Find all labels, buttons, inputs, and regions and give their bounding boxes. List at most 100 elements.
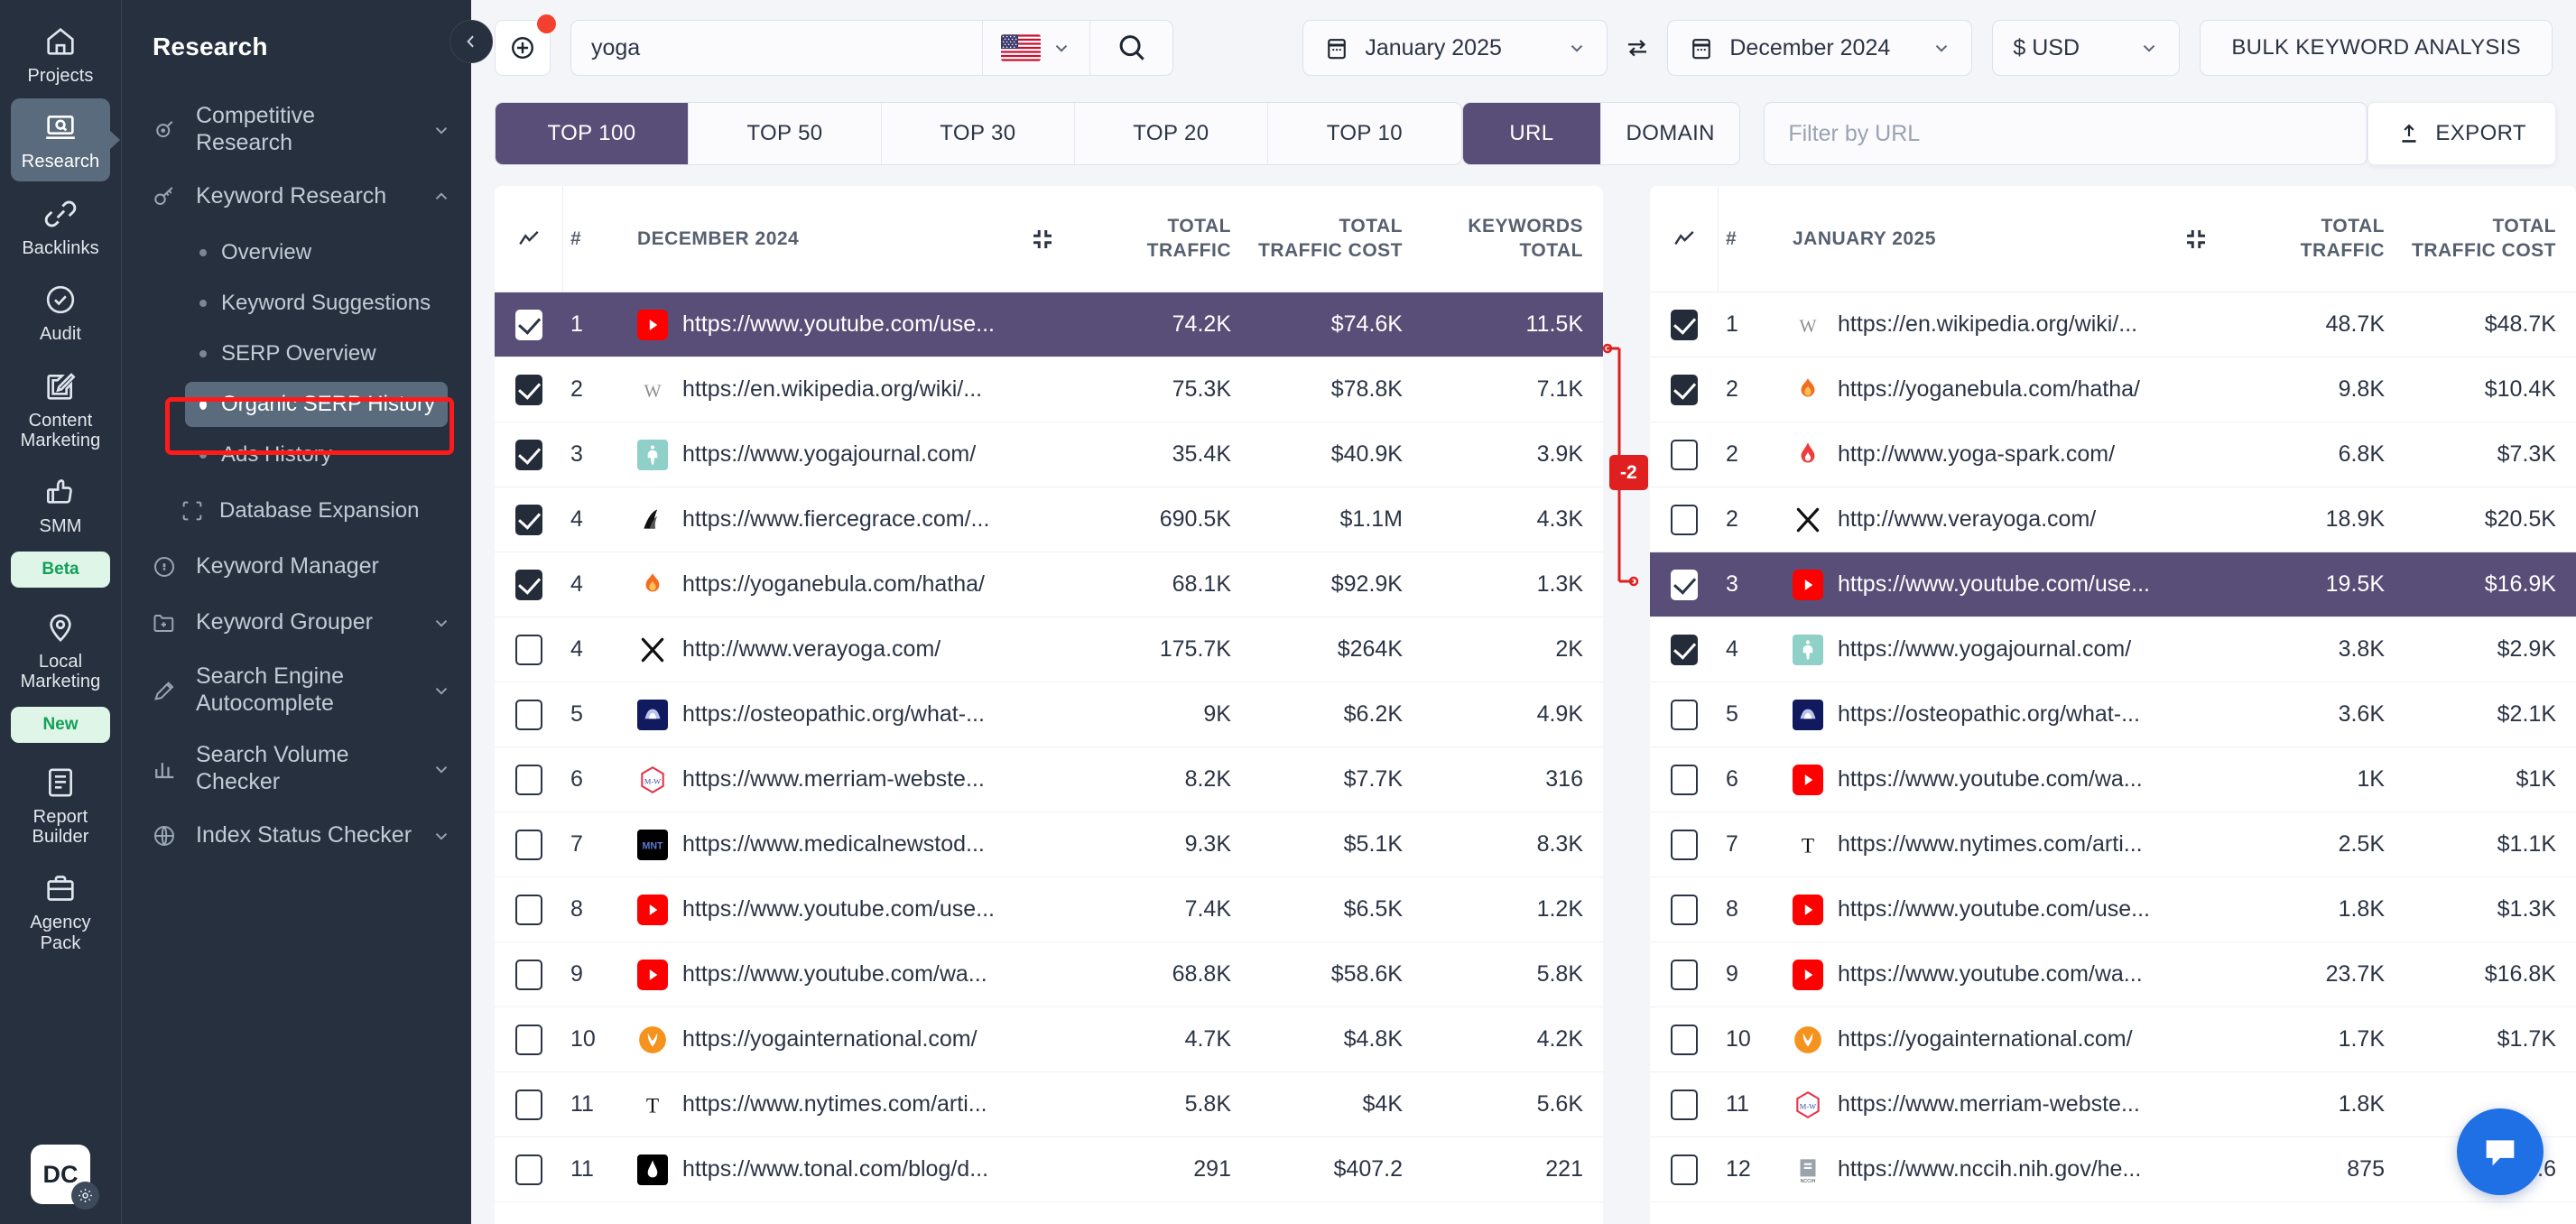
url-cell[interactable]: https://www.fiercegrace.com/... — [617, 487, 1080, 552]
table-row[interactable]: 7 Thttps://www.nytimes.com/arti... 2.5K $1.… — [1650, 812, 2576, 877]
rail-item-backlinks[interactable]: Backlinks — [11, 185, 110, 267]
table-row[interactable]: 5 https://osteopathic.org/what-... 9K $6.2K… — [495, 682, 1603, 747]
row-checkbox[interactable] — [1671, 374, 1698, 405]
url-cell[interactable]: Thttps://www.nytimes.com/arti... — [1773, 812, 2233, 876]
sidebar-item-organic-serp-history[interactable]: Organic SERP History — [185, 382, 448, 427]
date-to-select[interactable]: December 2024 — [1667, 20, 1973, 76]
column-header-total-traffic-cost[interactable]: TOTAL TRAFFIC COST — [1251, 186, 1422, 292]
url-cell[interactable]: https://www.youtube.com/use... — [617, 877, 1080, 941]
row-checkbox[interactable] — [1671, 634, 1698, 665]
tab-top-30[interactable]: TOP 30 — [882, 103, 1075, 164]
column-header-url[interactable]: DECEMBER 2024 — [617, 186, 1080, 292]
row-checkbox[interactable] — [1671, 894, 1698, 925]
date-from-select[interactable]: January 2025 — [1302, 20, 1608, 76]
column-header-rank[interactable]: # — [1719, 186, 1773, 292]
url-cell[interactable]: https://www.youtube.com/wa... — [1773, 942, 2233, 1006]
row-checkbox[interactable] — [1671, 959, 1698, 990]
row-checkbox[interactable] — [515, 764, 542, 795]
row-checkbox[interactable] — [1671, 1154, 1698, 1185]
url-cell[interactable]: https://yoganebula.com/hatha/ — [1773, 357, 2233, 422]
search-input[interactable] — [571, 21, 982, 75]
column-header-keywords-total[interactable]: KEYWORDS TOTAL — [1422, 186, 1603, 292]
country-selector[interactable] — [982, 21, 1089, 75]
column-header-url[interactable]: JANUARY 2025 — [1773, 186, 2233, 292]
sidebar-item-overview[interactable]: Overview — [185, 230, 448, 275]
export-button[interactable]: EXPORT — [2368, 102, 2556, 165]
table-row[interactable]: 4 http://www.verayoga.com/175.7K $264K 2K — [495, 617, 1603, 682]
url-cell[interactable]: http://www.verayoga.com/ — [617, 617, 1080, 682]
add-keyword-button[interactable] — [495, 14, 556, 76]
url-cell[interactable]: https://www.yogajournal.com/ — [1773, 617, 2233, 682]
rail-item-agency-pack[interactable]: Agency Pack — [11, 859, 110, 962]
table-row[interactable]: 10 https://yogainternational.com/4.7K $4.8… — [495, 1007, 1603, 1072]
url-cell[interactable]: https://www.youtube.com/use... — [1773, 877, 2233, 941]
nav-group-search-engine-autocomplete[interactable]: Search Engine Autocomplete — [122, 651, 471, 729]
url-cell[interactable]: M-W https://www.merriam-webste... — [1773, 1072, 2233, 1136]
url-cell[interactable]: Thttps://www.nytimes.com/arti... — [617, 1072, 1080, 1136]
table-row[interactable]: 11 M-W https://www.merriam-webste... 1.8K — [1650, 1072, 2576, 1137]
nav-group-competitive-research[interactable]: Competitive Research — [122, 90, 471, 169]
currency-select[interactable]: $ USD — [1992, 20, 2181, 76]
row-checkbox[interactable] — [515, 699, 542, 730]
row-checkbox[interactable] — [515, 1024, 542, 1055]
row-checkbox[interactable] — [515, 1089, 542, 1120]
row-checkbox[interactable] — [1671, 439, 1698, 470]
nav-group-keyword-research[interactable]: Keyword Research — [122, 169, 471, 225]
nav-group-search-volume-checker[interactable]: Search Volume Checker — [122, 729, 471, 808]
table-row[interactable]: 3 https://www.youtube.com/use... 19.5K $16.… — [1650, 552, 2576, 617]
table-row[interactable]: 8 https://www.youtube.com/use... 1.8K $1.3K — [1650, 877, 2576, 942]
tab-url[interactable]: URL — [1462, 103, 1602, 164]
table-row[interactable]: 2 http://www.verayoga.com/18.9K $20.5K — [1650, 487, 2576, 552]
rail-item-report-builder[interactable]: Report Builder — [11, 754, 110, 857]
rail-item-audit[interactable]: Audit — [11, 271, 110, 353]
url-cell[interactable]: https://yogainternational.com/ — [617, 1007, 1080, 1071]
table-row[interactable]: 10 https://yogainternational.com/1.7K $1.7… — [1650, 1007, 2576, 1072]
table-row[interactable]: 1 Whttps://en.wikipedia.org/wiki/... 48.7K… — [1650, 292, 2576, 357]
row-checkbox[interactable] — [1671, 1089, 1698, 1120]
url-cell[interactable]: NCCIH https://www.nccih.nih.gov/he... — [1773, 1137, 2233, 1201]
table-row[interactable]: 9 https://www.youtube.com/wa... 68.8K $58.6… — [495, 942, 1603, 1007]
table-row[interactable]: 9 https://www.youtube.com/wa... 23.7K $16.8… — [1650, 942, 2576, 1007]
table-row[interactable]: 6 M-W https://www.merriam-webste... 8.2K $7.… — [495, 747, 1603, 812]
table-row[interactable]: 5 https://osteopathic.org/what-... 3.6K $2.… — [1650, 682, 2576, 747]
row-checkbox[interactable] — [515, 374, 542, 405]
row-checkbox[interactable] — [1671, 829, 1698, 860]
nav-group-keyword-manager[interactable]: Keyword Manager — [122, 539, 471, 595]
row-checkbox[interactable] — [515, 894, 542, 925]
url-cell[interactable]: https://www.youtube.com/wa... — [1773, 747, 2233, 811]
table-row[interactable]: 8 https://www.youtube.com/use... 7.4K $6.5K… — [495, 877, 1603, 942]
row-checkbox[interactable] — [1671, 569, 1698, 600]
table-row[interactable]: 2 http://www.yoga-spark.com/6.8K $7.3K — [1650, 422, 2576, 487]
url-cell[interactable]: https://www.youtube.com/wa... — [617, 942, 1080, 1006]
url-cell[interactable]: https://www.youtube.com/use... — [1773, 552, 2233, 617]
tab-domain[interactable]: DOMAIN — [1601, 103, 1739, 164]
row-checkbox[interactable] — [515, 569, 542, 600]
tab-top-20[interactable]: TOP 20 — [1075, 103, 1268, 164]
row-checkbox[interactable] — [515, 959, 542, 990]
rail-item-projects[interactable]: Projects — [11, 13, 110, 95]
table-row[interactable]: 1 https://www.youtube.com/use... 74.2K $74.… — [495, 292, 1603, 357]
gear-icon[interactable] — [71, 1182, 99, 1210]
rail-item-content-marketing[interactable]: Content Marketing — [11, 357, 110, 460]
row-checkbox[interactable] — [1671, 309, 1698, 340]
column-header-rank[interactable]: # — [563, 186, 617, 292]
table-row[interactable]: 12 NCCIH https://www.nccih.nih.gov/he... 87… — [1650, 1137, 2576, 1202]
bulk-keyword-analysis-button[interactable]: BULK KEYWORD ANALYSIS — [2200, 20, 2553, 76]
url-cell[interactable]: MNT https://www.medicalnewstod... — [617, 812, 1080, 876]
table-row[interactable]: 4 https://yoganebula.com/hatha/68.1K $92.9… — [495, 552, 1603, 617]
row-checkbox[interactable] — [1671, 764, 1698, 795]
row-checkbox[interactable] — [1671, 699, 1698, 730]
row-checkbox[interactable] — [515, 504, 542, 535]
row-checkbox[interactable] — [1671, 1024, 1698, 1055]
collapse-sidebar-button[interactable] — [449, 20, 493, 63]
nav-group-keyword-grouper[interactable]: Keyword Grouper — [122, 595, 471, 651]
table-row[interactable]: 3 https://www.yogajournal.com/35.4K $40.9K… — [495, 422, 1603, 487]
url-cell[interactable]: https://yoganebula.com/hatha/ — [617, 552, 1080, 617]
table-row[interactable]: 11 Thttps://www.nytimes.com/arti... 5.8K $4… — [495, 1072, 1603, 1137]
collapse-columns-icon[interactable] — [2182, 226, 2210, 253]
url-cell[interactable]: https://www.yogajournal.com/ — [617, 422, 1080, 487]
nav-group-database-expansion[interactable]: Database Expansion — [122, 483, 471, 539]
url-cell[interactable]: https://osteopathic.org/what-... — [617, 682, 1080, 746]
url-cell[interactable]: https://www.youtube.com/use... — [617, 292, 1080, 357]
url-cell[interactable]: http://www.yoga-spark.com/ — [1773, 422, 2233, 487]
